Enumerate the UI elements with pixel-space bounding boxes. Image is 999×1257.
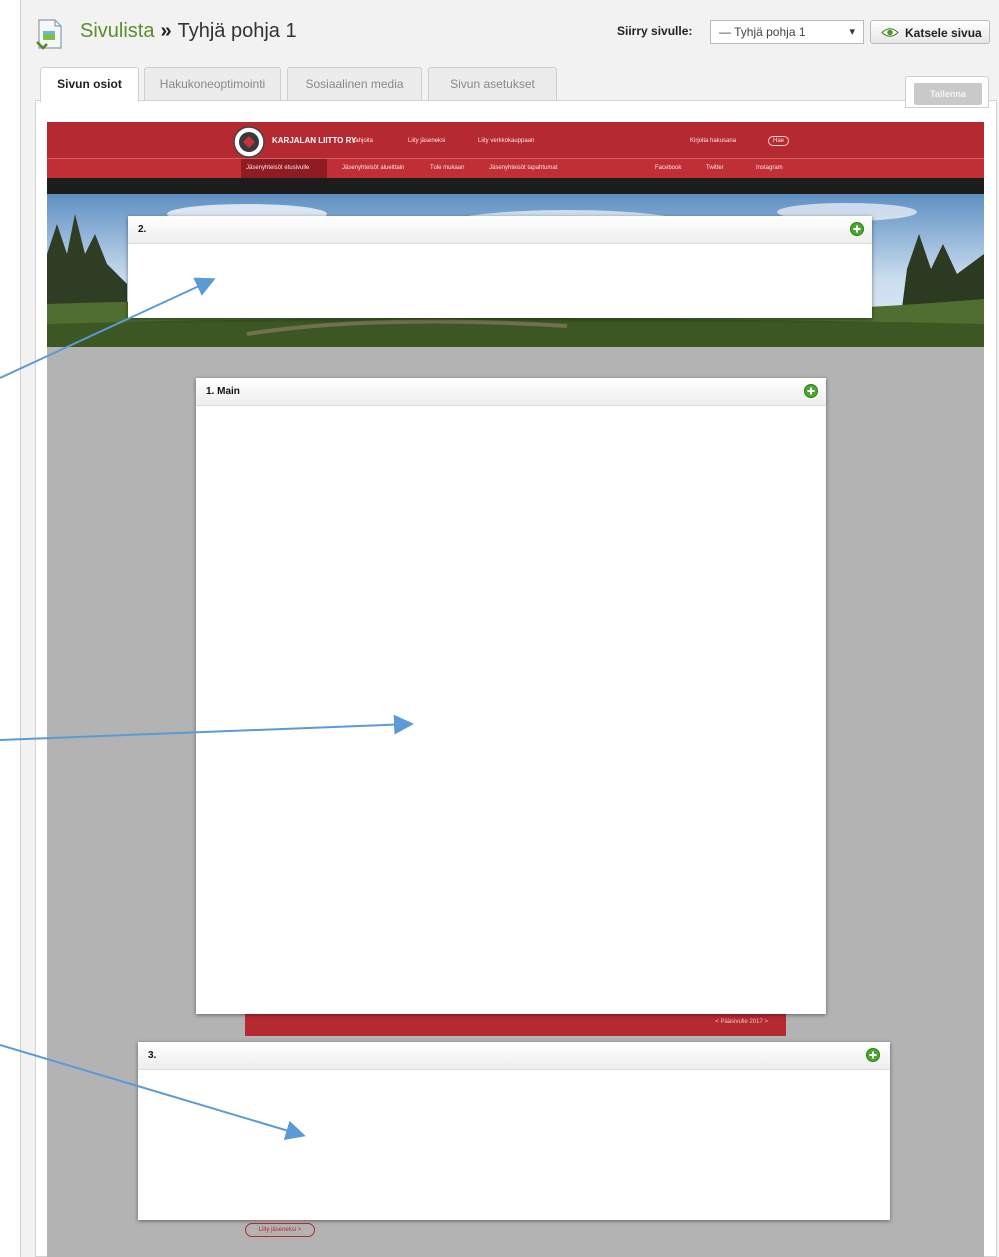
zone-title: 3. [148, 1050, 157, 1061]
breadcrumb-link-sivulista[interactable]: Sivulista [80, 20, 154, 42]
save-button[interactable]: Tallenna [914, 83, 982, 105]
tab-hakukoneoptimointi[interactable]: Hakukoneoptimointi [144, 67, 281, 100]
zone-3[interactable]: 3. [138, 1042, 890, 1220]
preview-social-twitter: Twitter [706, 165, 724, 171]
zone-header: 2. [128, 216, 872, 244]
zone-2[interactable]: 2. [128, 216, 872, 318]
preview-nav-item: Liity verkkokauppaan [478, 138, 535, 144]
zone-1-main[interactable]: 1. Main [196, 378, 826, 1014]
preview-brand: KARJALAN LIITTO RY [272, 136, 357, 145]
chevron-down-icon: ▾ [849, 26, 855, 38]
page-title: Tyhjä pohja 1 [177, 20, 297, 42]
preview-join-pill: Liity jäseneksi > [245, 1223, 315, 1237]
preview-nav-item: Lahjoita [352, 138, 374, 144]
preview-footer-link: < Pääsivulle 2017 > [715, 1019, 768, 1025]
goto-label: Siirry sivulle: [617, 24, 693, 38]
preview-social-instagram: Instagram [756, 165, 783, 171]
preview-subnav-item: Jäsenyhteisöt alueittain [342, 165, 405, 171]
page-icon [36, 19, 62, 50]
add-plus-icon[interactable] [866, 1048, 880, 1062]
goto-selected-value: — Tyhjä pohja 1 [719, 25, 806, 39]
preview-social-facebook: Facebook [655, 165, 682, 171]
preview-subnav-item: Jäsenyhteisöt tapahtumat [489, 165, 558, 171]
add-plus-icon[interactable] [804, 384, 818, 398]
preview-subnav-item: Jäsenyhteisöt etusivulle [246, 165, 310, 171]
tab-sivun-osiot[interactable]: Sivun osiot [40, 67, 139, 102]
eye-icon [881, 28, 899, 37]
header: Sivulista» Tyhjä pohja 1 Siirry sivulle: … [20, 10, 999, 56]
goto-page-select[interactable]: — Tyhjä pohja 1 ▾ [710, 20, 864, 44]
preview-search-button: Hae [768, 136, 790, 146]
preview-dark-bar [47, 178, 984, 194]
zone-title: 1. Main [206, 386, 240, 397]
tab-sivun-asetukset[interactable]: Sivun asetukset [428, 67, 557, 100]
zone-header: 1. Main [196, 378, 826, 406]
site-logo-icon [233, 126, 265, 158]
breadcrumb: Sivulista » Tyhjä pohja 1 [80, 20, 297, 43]
preview-search: Kirjoita hakusana [690, 138, 737, 144]
preview-subnav-item: Tule mukaan [430, 165, 465, 171]
tab-sosiaalinen-media[interactable]: Sosiaalinen media [287, 67, 422, 100]
left-gutter [0, 0, 20, 1257]
save-button-wrap: Tallenna [905, 76, 989, 108]
view-page-label: Katsele sivua [905, 26, 982, 40]
zone-header: 3. [138, 1042, 890, 1070]
breadcrumb-separator: » [160, 20, 172, 42]
view-page-button[interactable]: Katsele sivua [870, 20, 990, 44]
add-plus-icon[interactable] [850, 222, 864, 236]
zone-title: 2. [138, 224, 147, 235]
preview-nav-item: Liity jäseneksi [408, 138, 446, 144]
